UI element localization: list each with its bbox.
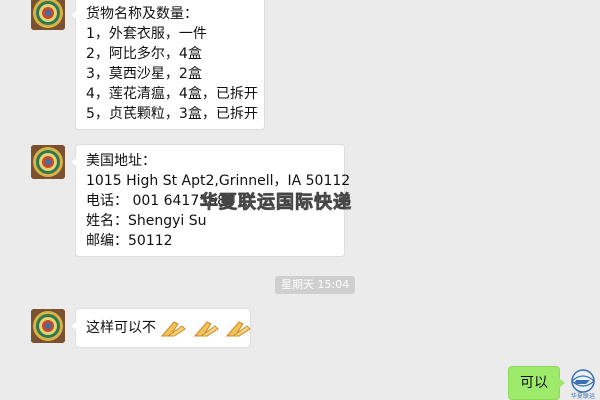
- clasped-hands-emoji-icon: [193, 321, 219, 337]
- company-logo-text: 华夏联运: [570, 393, 595, 400]
- reply-message-bubble[interactable]: 可以: [508, 366, 565, 400]
- goods-line: 4，莲花清瘟，4盒，已拆开: [86, 86, 258, 102]
- question-text: 这样可以不: [86, 320, 156, 336]
- goods-line: 1，外套衣服，一件: [86, 26, 207, 42]
- reply-text: 可以: [520, 375, 548, 391]
- chat-window: 货物名称及数量： 1，外套衣服，一件 2，阿比多尔，4盒 3，莫西沙星，2盒 4…: [0, 0, 600, 400]
- clasped-hands-emoji-icon: [161, 321, 187, 337]
- mandala-avatar-icon: [31, 309, 65, 343]
- contact-avatar[interactable]: [31, 309, 65, 343]
- goods-line: 5，贞芪颗粒，3盒，已拆开: [86, 106, 258, 122]
- clasped-hands-emoji-icon: [226, 321, 252, 337]
- question-message-bubble[interactable]: 这样可以不: [70, 308, 252, 348]
- mandala-avatar-icon: [31, 0, 65, 30]
- contact-avatar[interactable]: [31, 0, 65, 30]
- goods-line: 货物名称及数量：: [86, 6, 198, 22]
- message-timestamp: 星期天 15:04: [275, 276, 356, 294]
- address-line: 姓名：Shengyi Su: [86, 213, 207, 229]
- goods-line: 2，阿比多尔，4盒: [86, 46, 202, 62]
- mandala-avatar-icon: [31, 145, 65, 179]
- contact-avatar[interactable]: [31, 145, 65, 179]
- goods-line: 3，莫西沙星，2盒: [86, 66, 202, 82]
- company-watermark: 华夏联运国际快递: [200, 192, 352, 214]
- address-line: 美国地址：: [86, 153, 156, 169]
- address-line: 邮编：50112: [86, 233, 173, 249]
- goods-message-bubble[interactable]: 货物名称及数量： 1，外套衣服，一件 2，阿比多尔，4盒 3，莫西沙星，2盒 4…: [70, 0, 265, 130]
